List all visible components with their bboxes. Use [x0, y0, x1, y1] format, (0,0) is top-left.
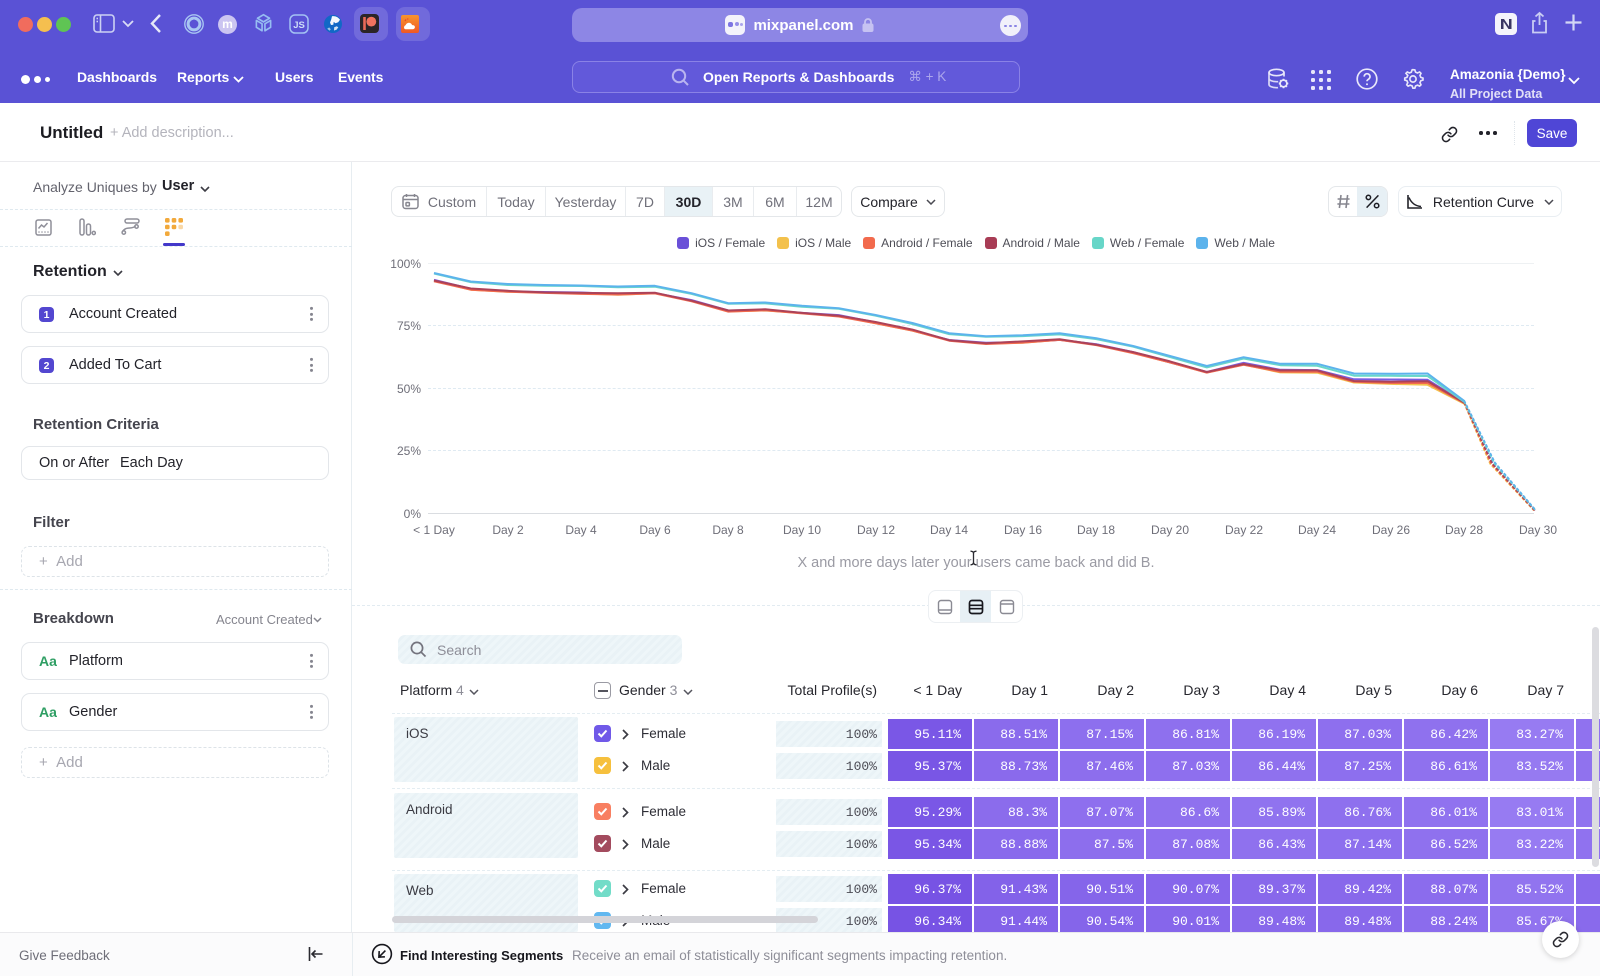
- svg-text:JS: JS: [293, 20, 305, 31]
